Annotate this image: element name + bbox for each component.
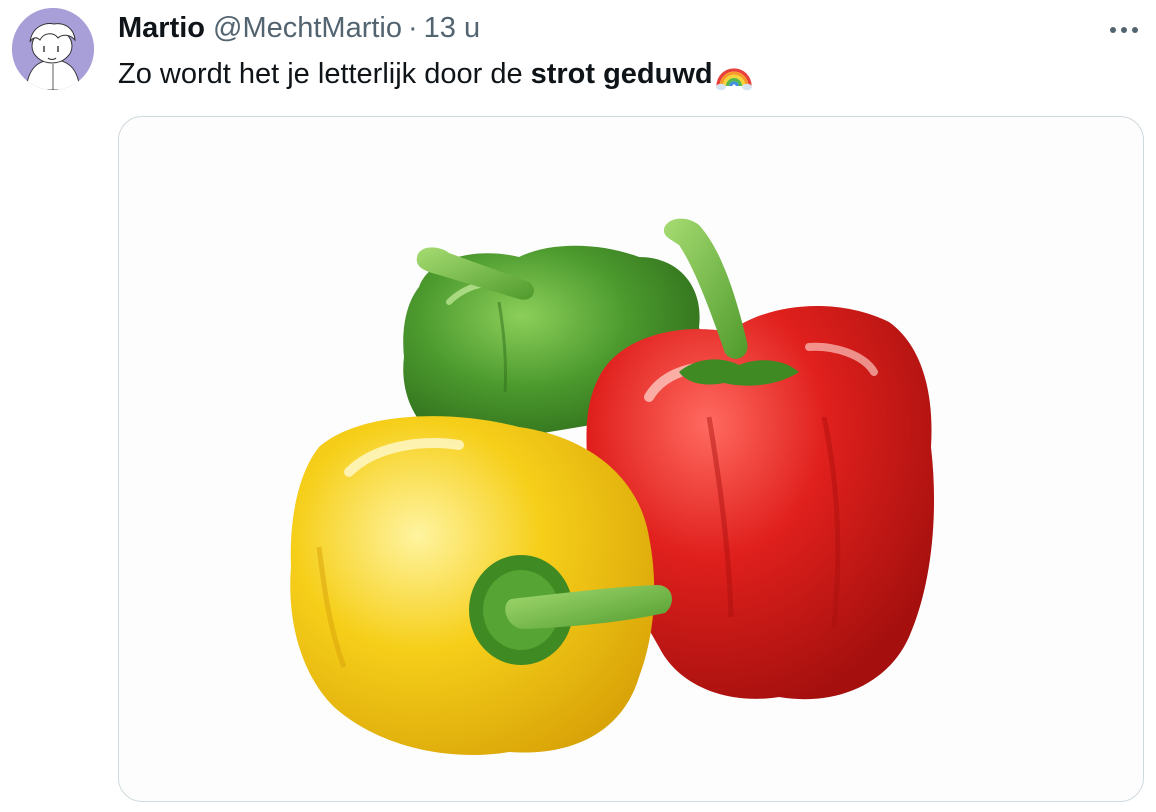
tweet-text-regular: Zo wordt het je letterlijk door de: [118, 58, 523, 90]
more-options-button[interactable]: [1104, 14, 1144, 46]
bell-peppers-image: [290, 218, 935, 755]
tweet-header: Martio @MechtMartio · 13 u: [118, 10, 480, 46]
avatar-drawing: [12, 8, 94, 90]
more-horizontal-icon: [1110, 27, 1138, 33]
avatar[interactable]: [12, 8, 94, 90]
author-handle[interactable]: @MechtMartio: [213, 12, 402, 45]
author-name[interactable]: Martio: [118, 12, 205, 45]
tweet-text: Zo wordt het je letterlijk door de strot…: [118, 54, 753, 94]
tweet[interactable]: Martio @MechtMartio · 13 u Zo wordt het …: [0, 0, 1156, 812]
tweet-image[interactable]: [118, 116, 1144, 802]
tweet-text-bold: strot geduwd: [530, 58, 713, 90]
timestamp[interactable]: 13 u: [424, 12, 480, 45]
separator-dot: ·: [407, 11, 418, 44]
rainbow-icon: [715, 56, 753, 92]
